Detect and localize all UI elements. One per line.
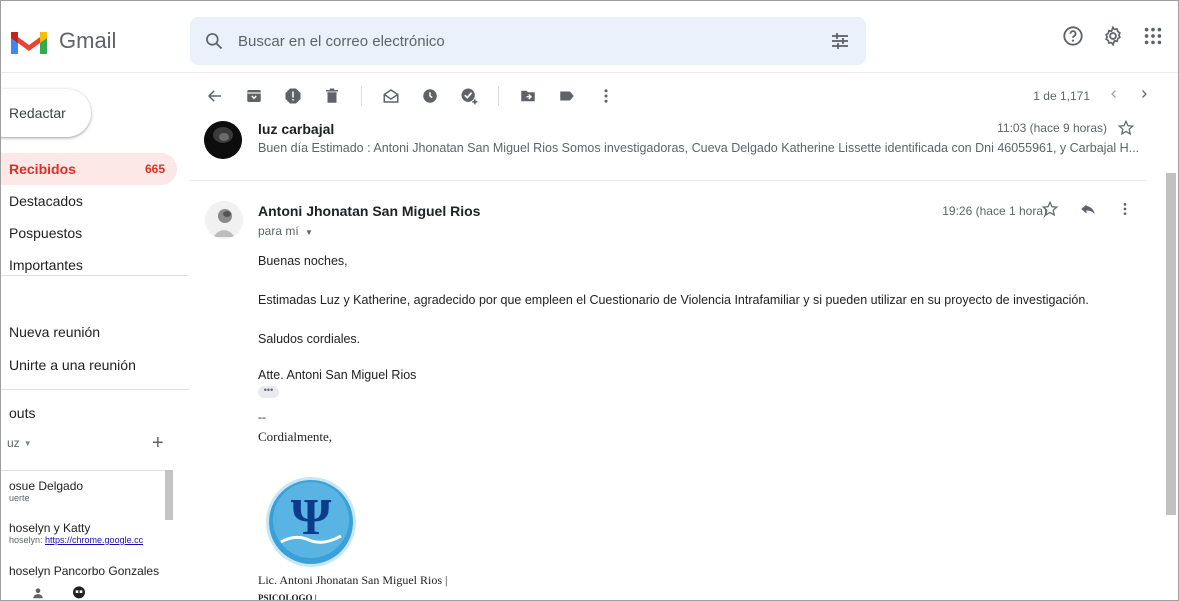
hangouts-quote-icon[interactable] [71, 585, 87, 600]
pagination: 1 de 1,171 [1033, 88, 1150, 103]
avatar [205, 201, 243, 239]
psychology-logo: Ψ [265, 476, 357, 568]
sidebar-item-label: Recibidos [9, 161, 76, 177]
main-content: 1 de 1,171 luz carbajal 11:03 (hace 9 ho… [189, 73, 1178, 601]
gmail-logo-text: Gmail [59, 28, 117, 53]
message-time: 11:03 (hace 9 horas) [997, 121, 1107, 135]
recipient-dropdown[interactable]: para mí ▼ [258, 224, 313, 238]
star-icon[interactable] [1041, 200, 1059, 223]
search-icon[interactable] [190, 17, 238, 65]
snooze-icon[interactable] [420, 86, 440, 106]
sidebar-item-important[interactable]: Importantes [1, 249, 177, 281]
open-message: Antoni Jhonatan San Miguel Rios para mí … [189, 181, 1147, 601]
add-contact-icon[interactable]: + [152, 433, 164, 453]
chevron-left-icon[interactable] [1108, 88, 1120, 103]
contact-status-prefix: hoselyn: [9, 535, 46, 545]
mark-unread-icon[interactable] [381, 86, 401, 106]
add-task-icon[interactable] [459, 86, 479, 106]
contact-name: osue Delgado [9, 479, 84, 493]
show-trimmed-content-button[interactable]: ••• [258, 386, 279, 398]
message-body-line: Atte. Antoni San Miguel Rios [258, 368, 417, 382]
sidebar-item-snoozed[interactable]: Pospuestos [1, 217, 177, 249]
compose-button[interactable]: Redactar [1, 89, 91, 137]
hangouts-bottom-bar [31, 585, 87, 600]
unread-count: 665 [144, 162, 165, 176]
signature-name: Lic. Antoni Jhonatan San Miguel Rios | [258, 573, 448, 587]
star-icon[interactable] [1117, 119, 1135, 142]
top-header: Gmail [1, 1, 1178, 73]
hangouts-user-selector[interactable]: uz ▼ [7, 436, 32, 450]
back-arrow-icon[interactable] [205, 86, 225, 106]
list-item[interactable]: hoselyn Pancorbo Gonzales [9, 564, 169, 578]
message-body-line: Estimadas Luz y Katherine, agradecido po… [258, 293, 1089, 307]
new-meeting-link[interactable]: Nueva reunión [9, 324, 100, 340]
message-actions [1041, 200, 1133, 223]
search-options-icon[interactable] [828, 29, 852, 53]
contact-status: uerte [9, 493, 30, 503]
settings-gear-icon[interactable] [1102, 25, 1124, 52]
contact-name: hoselyn Pancorbo Gonzales [9, 564, 160, 578]
message-time: 19:26 (hace 1 hora) [942, 204, 1047, 218]
move-to-icon[interactable] [518, 86, 538, 106]
reply-icon[interactable] [1079, 200, 1097, 223]
sidebar-item-label: Pospuestos [9, 225, 83, 241]
more-vert-icon[interactable] [596, 86, 616, 106]
sidebar-item-starred[interactable]: Destacados [1, 185, 177, 217]
message-body-line: Buenas noches, [258, 254, 348, 268]
report-spam-icon[interactable] [283, 86, 303, 106]
message-toolbar: 1 de 1,171 [189, 73, 1178, 119]
signature-dash: -- [258, 410, 266, 424]
sidebar-divider [1, 389, 189, 390]
apps-grid-icon[interactable] [1142, 25, 1164, 52]
main-scrollbar-thumb[interactable] [1166, 173, 1176, 515]
join-meeting-link[interactable]: Unirte a una reunión [9, 357, 136, 373]
list-item[interactable]: hoselyn y Katty hoselyn: https://chrome.… [9, 521, 169, 545]
contact-status: hoselyn: https://chrome.google.cc [9, 535, 169, 545]
contact-name: hoselyn y Katty [9, 521, 91, 535]
message-body-line: Saludos cordiales. [258, 332, 361, 346]
collapsed-message[interactable]: luz carbajal 11:03 (hace 9 horas) Buen d… [189, 119, 1147, 181]
archive-icon[interactable] [244, 86, 264, 106]
signature-greeting: Cordialmente, [258, 429, 333, 444]
sidebar-item-label: Destacados [9, 193, 83, 209]
sidebar-scrollbar[interactable] [165, 470, 173, 520]
toolbar-divider [498, 86, 499, 106]
hangouts-user-name: uz [7, 436, 20, 450]
sender-name: luz carbajal [258, 121, 335, 137]
gmail-m-icon [11, 32, 47, 54]
label-icon[interactable] [557, 86, 577, 106]
gmail-logo[interactable]: Gmail [9, 23, 116, 59]
signature-title: PSICOLOGO | [258, 593, 317, 601]
list-item[interactable]: osue Delgado uerte [9, 479, 169, 503]
message-snippet: Buen día Estimado : Antoni Jhonatan San … [258, 141, 1140, 155]
avatar [204, 121, 242, 159]
sidebar-divider [1, 275, 189, 276]
sidebar-item-inbox[interactable]: Recibidos 665 [1, 153, 177, 185]
chevron-right-icon[interactable] [1138, 88, 1150, 103]
gmail-window: Gmail Redactar [0, 0, 1179, 601]
delete-icon[interactable] [322, 86, 342, 106]
chevron-down-icon: ▼ [305, 228, 313, 237]
more-vert-icon[interactable] [1117, 201, 1133, 222]
header-icons [1062, 25, 1164, 52]
hangouts-contact-list: osue Delgado uerte hoselyn y Katty hosel… [1, 470, 173, 590]
left-sidebar: Redactar Recibidos 665 Destacados Pospue… [1, 73, 189, 600]
help-icon[interactable] [1062, 25, 1084, 52]
chevron-down-icon: ▼ [23, 438, 32, 448]
compose-label: Redactar [9, 105, 66, 121]
pagination-text: 1 de 1,171 [1033, 88, 1090, 103]
search-input[interactable] [238, 32, 798, 50]
psi-symbol: Ψ [291, 489, 332, 546]
recipient-label: para mí [258, 224, 299, 238]
contact-status-link[interactable]: https://chrome.google.cc [45, 535, 143, 545]
toolbar-divider [361, 86, 362, 106]
sender-name: Antoni Jhonatan San Miguel Rios [258, 203, 481, 219]
hangouts-title: outs [9, 405, 36, 421]
sidebar-item-label: Importantes [9, 257, 83, 273]
search-bar[interactable] [190, 17, 866, 65]
mail-nav: Recibidos 665 Destacados Pospuestos Impo… [1, 153, 177, 281]
person-icon[interactable] [31, 586, 45, 600]
